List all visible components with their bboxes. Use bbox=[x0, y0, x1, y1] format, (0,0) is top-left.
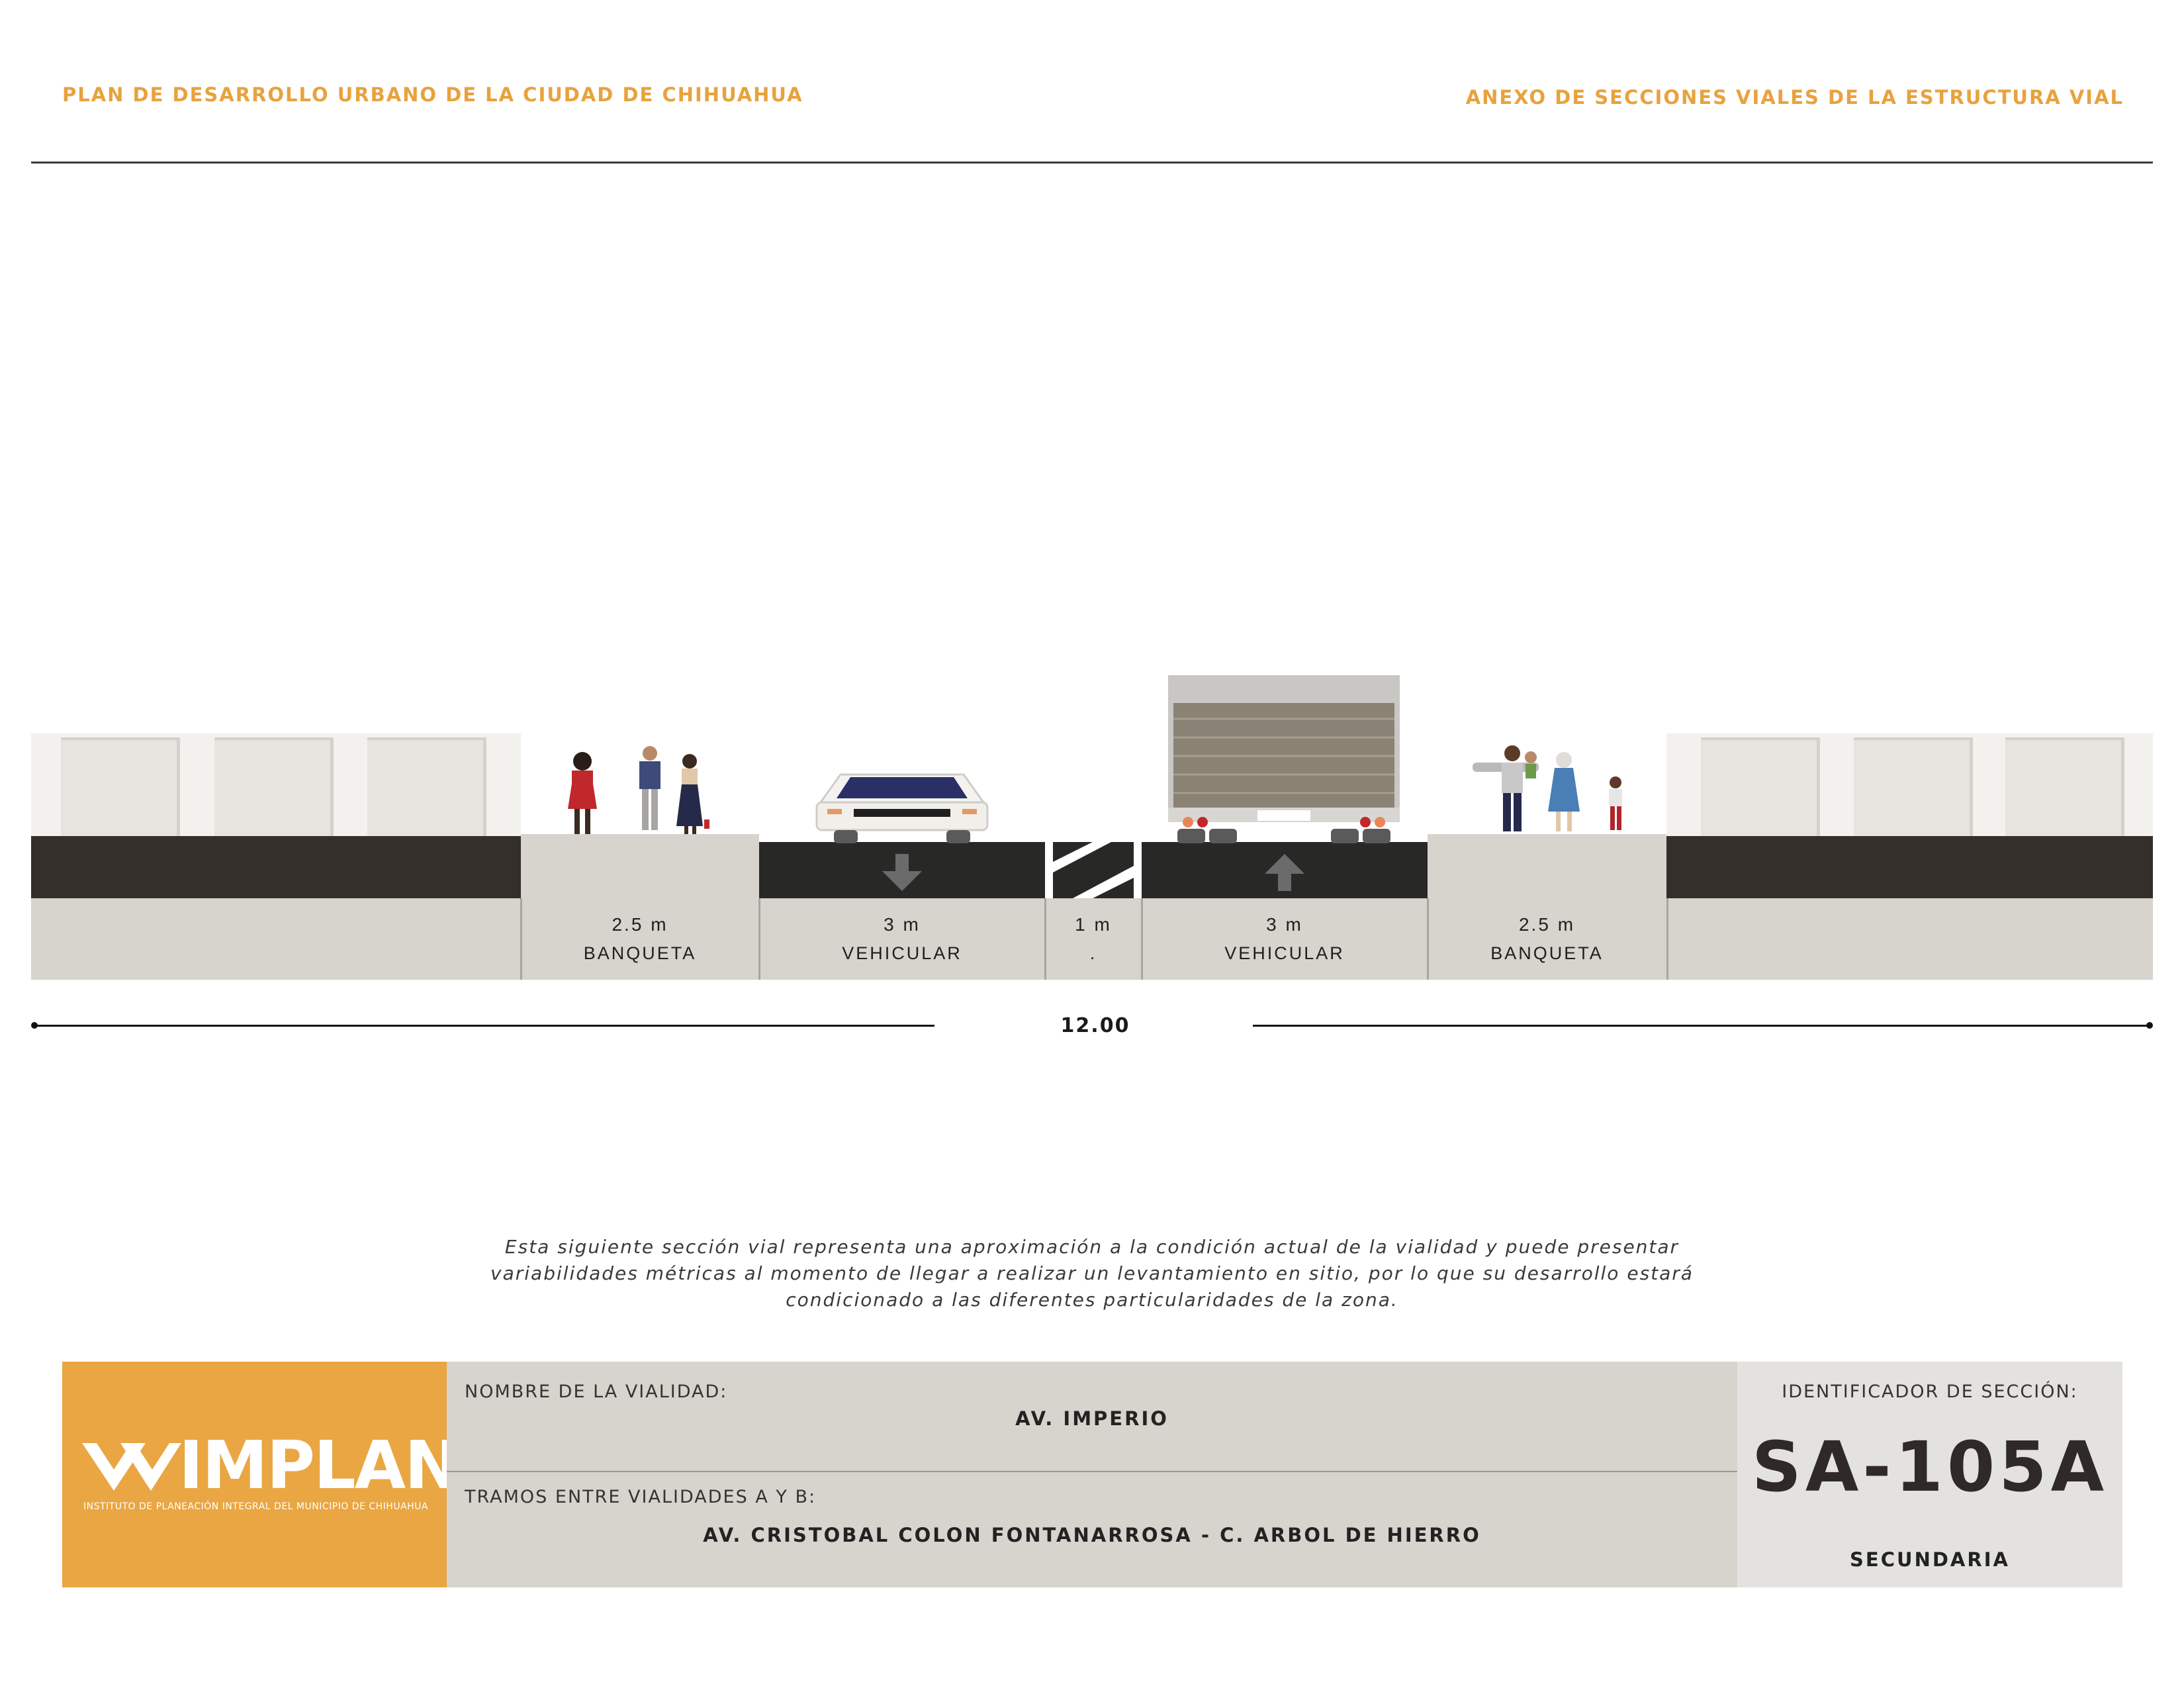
dimension-line-left bbox=[34, 1025, 934, 1027]
pedestrian-woman-navy bbox=[676, 754, 709, 834]
segment-name: BANQUETA bbox=[1490, 943, 1604, 963]
road-name: AV. IMPERIO bbox=[1015, 1407, 1169, 1430]
segment-label-sidewalk-right: 2.5 m BANQUETA bbox=[1428, 898, 1666, 980]
building-window bbox=[214, 737, 334, 837]
segment-range-value: AV. CRISTOBAL COLON FONTANARROSA - C. AR… bbox=[703, 1524, 1481, 1546]
segment-width: 2.5 m bbox=[1518, 914, 1576, 935]
pedestrian-woman-red bbox=[568, 752, 597, 834]
dimension-endpoint bbox=[2146, 1022, 2153, 1029]
disclaimer-note: Esta siguiente sección vial representa u… bbox=[490, 1236, 1694, 1311]
pedestrians-right bbox=[1473, 745, 1622, 831]
segment-label-median: 1 m. bbox=[1045, 898, 1142, 980]
right-building bbox=[1666, 733, 2153, 837]
total-width: 12.00 bbox=[1060, 1014, 1130, 1037]
pedestrian-man-blue bbox=[639, 746, 660, 830]
pedestrians-left bbox=[568, 746, 709, 834]
segment-name: BANQUETA bbox=[583, 943, 697, 963]
building-window bbox=[1701, 737, 1820, 837]
right-building-slab bbox=[1666, 836, 2153, 899]
road-name-label: NOMBRE DE LA VIALIDAD: bbox=[465, 1382, 728, 1402]
building-window bbox=[2005, 737, 2124, 837]
segment-width: 3 m bbox=[884, 914, 921, 935]
median-hatching bbox=[1045, 842, 1142, 899]
left-base bbox=[31, 898, 521, 980]
segment-name: VEHICULAR bbox=[1224, 943, 1345, 963]
segment-label-sidewalk-left: 2.5 m BANQUETA bbox=[521, 898, 759, 980]
segment-width: 3 m bbox=[1266, 914, 1303, 935]
car-front bbox=[815, 773, 989, 843]
segment-label-vehicular-left: 3 m VEHICULAR bbox=[759, 898, 1045, 980]
road-classification: SECUNDARIA bbox=[1850, 1548, 2010, 1571]
segment-name: . bbox=[1089, 943, 1097, 963]
left-building-slab bbox=[31, 836, 521, 899]
implan-logo-subtitle: INSTITUTO DE PLANEACIÓN INTEGRAL DEL MUN… bbox=[83, 1501, 428, 1512]
dimension-line-right bbox=[1253, 1025, 2150, 1027]
header-rule bbox=[31, 162, 2153, 164]
section-divider bbox=[1666, 898, 1668, 980]
document-title: PLAN DE DESARROLLO URBANO DE LA CIUDAD D… bbox=[62, 83, 803, 106]
building-window bbox=[61, 737, 180, 837]
annex-title: ANEXO DE SECCIONES VIALES DE LA ESTRUCTU… bbox=[1465, 86, 2124, 109]
section-id-label: IDENTIFICADOR DE SECCIÓN: bbox=[1782, 1382, 2078, 1402]
implan-logo-mark bbox=[82, 1443, 181, 1491]
road-info-divider bbox=[447, 1471, 1737, 1472]
segment-width: 1 m bbox=[1075, 914, 1112, 935]
building-window bbox=[367, 737, 486, 837]
segment-range-label: TRAMOS ENTRE VIALIDADES A Y B: bbox=[465, 1487, 817, 1507]
pedestrian-child bbox=[1609, 776, 1622, 830]
section-id: SA-105A bbox=[1751, 1427, 2109, 1507]
arrow-down-icon bbox=[882, 854, 922, 891]
implan-logo-text: IMPLAN bbox=[179, 1427, 460, 1504]
pedestrian-man-with-child bbox=[1473, 745, 1539, 831]
building-window bbox=[1854, 737, 1973, 837]
truck-rear bbox=[1168, 675, 1400, 843]
segment-width: 2.5 m bbox=[612, 914, 668, 935]
segment-name: VEHICULAR bbox=[842, 943, 962, 963]
pedestrian-elder-woman bbox=[1548, 752, 1580, 831]
right-base bbox=[1666, 898, 2153, 980]
arrow-up-icon bbox=[1265, 854, 1304, 891]
segment-label-vehicular-right: 3 m VEHICULAR bbox=[1142, 898, 1428, 980]
left-building bbox=[31, 733, 521, 837]
